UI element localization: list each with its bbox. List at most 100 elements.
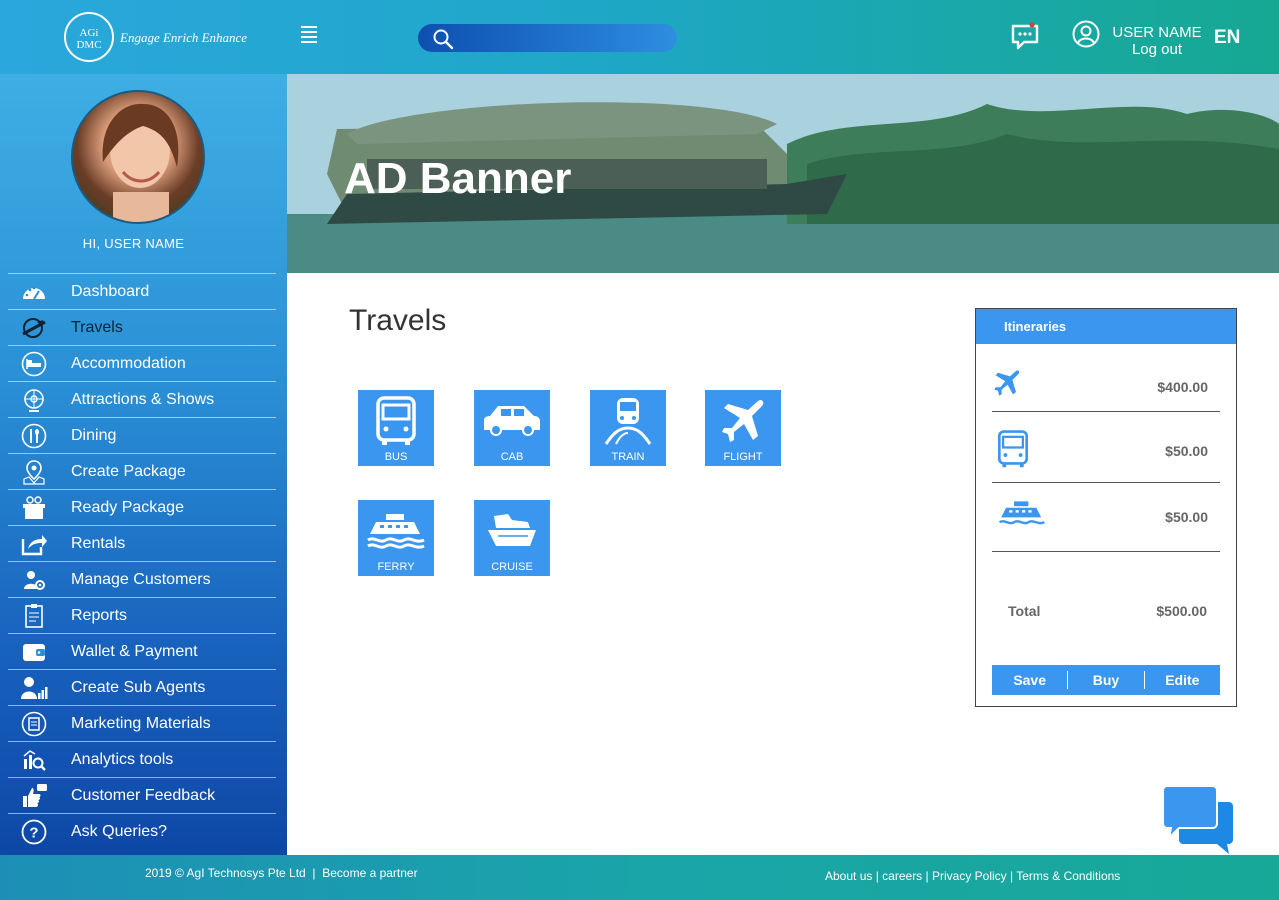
sidebar-item-wallet[interactable]: Wallet & Payment (8, 633, 276, 669)
buy-button[interactable]: Buy (1068, 671, 1145, 689)
sidebar-item-manage-customers[interactable]: Manage Customers (8, 561, 276, 597)
sidebar-nav: Dashboard Travels Accommodation Attracti… (8, 273, 276, 849)
logout-link[interactable]: Log out (1112, 41, 1202, 58)
sidebar-item-label: Ready Package (71, 498, 184, 516)
tile-label: TRAIN (611, 451, 645, 463)
language-selector[interactable]: EN (1214, 27, 1240, 49)
sidebar-item-label: Create Sub Agents (71, 678, 206, 696)
sidebar-item-feedback[interactable]: Customer Feedback (8, 777, 276, 813)
ad-banner[interactable]: AD Banner (287, 74, 1279, 273)
travel-globe-icon (20, 315, 48, 341)
footer-separator: | (309, 866, 319, 880)
sidebar-item-travels[interactable]: Travels (8, 309, 276, 345)
logo-tagline: Engage Enrich Enhance (120, 30, 248, 45)
chat-notification-icon[interactable] (1010, 22, 1040, 52)
itinerary-row-flight[interactable]: $400.00 (992, 344, 1220, 412)
sidebar-item-label: Manage Customers (71, 570, 211, 588)
sidebar-item-sub-agents[interactable]: Create Sub Agents (8, 669, 276, 705)
bus-icon (376, 396, 416, 445)
sidebar-item-label: Rentals (71, 534, 126, 552)
top-header: AGi DMC Engage Enrich Enhance USER NAME … (0, 0, 1279, 74)
train-tile[interactable]: TRAIN (590, 390, 666, 466)
ferris-wheel-icon (20, 387, 48, 413)
dining-icon (20, 423, 48, 449)
tile-label: CRUISE (491, 561, 533, 573)
sidebar-item-analytics[interactable]: Analytics tools (8, 741, 276, 777)
sidebar-item-marketing[interactable]: Marketing Materials (8, 705, 276, 741)
tile-label: FLIGHT (723, 451, 763, 463)
bed-icon (20, 351, 48, 377)
tile-label: CAB (500, 451, 524, 463)
ferry-icon (367, 514, 425, 549)
sidebar-item-ready-package[interactable]: Ready Package (8, 489, 276, 525)
avatar[interactable] (71, 90, 205, 224)
map-pin-icon (20, 459, 48, 485)
itinerary-price: $50.00 (1165, 509, 1208, 525)
banner-title: AD Banner (344, 154, 572, 203)
package-icon (20, 495, 48, 521)
itinerary-actions: Save Buy Edite (992, 665, 1220, 695)
cab-icon (484, 406, 540, 436)
sidebar-item-label: Attractions & Shows (71, 390, 215, 408)
page-title: Travels (349, 304, 447, 337)
flight-tile[interactable]: FLIGHT (705, 390, 781, 466)
bus-tile[interactable]: BUS (358, 390, 434, 466)
report-icon (20, 603, 48, 629)
search-bar[interactable] (418, 24, 677, 52)
about-us-link[interactable]: About us (825, 869, 872, 883)
ferry-tile[interactable]: FERRY (358, 500, 434, 576)
cruise-tile[interactable]: CRUISE (474, 500, 550, 576)
sub-agent-icon (20, 675, 48, 701)
user-account-icon[interactable] (1072, 20, 1100, 48)
search-input[interactable] (462, 28, 662, 48)
sidebar-item-reports[interactable]: Reports (8, 597, 276, 633)
sidebar-item-label: Wallet & Payment (71, 642, 198, 660)
sidebar-item-label: Analytics tools (71, 750, 174, 768)
bus-icon (997, 430, 1029, 468)
sidebar-item-accommodation[interactable]: Accommodation (8, 345, 276, 381)
sidebar-item-rentals[interactable]: Rentals (8, 525, 276, 561)
cab-tile[interactable]: CAB (474, 390, 550, 466)
careers-link[interactable]: careers (882, 869, 922, 883)
sidebar-item-label: Reports (71, 606, 128, 624)
sidebar: HI, USER NAME Dashboard Travels Accommod… (0, 74, 287, 855)
sidebar-item-create-package[interactable]: Create Package (8, 453, 276, 489)
total-label: Total (1008, 603, 1041, 619)
privacy-policy-link[interactable]: Privacy Policy (932, 869, 1007, 883)
svg-text:?: ? (29, 824, 38, 841)
sidebar-item-label: Dining (71, 426, 117, 444)
share-icon (20, 531, 48, 557)
sidebar-item-label: Create Package (71, 462, 186, 480)
sidebar-item-label: Accommodation (71, 354, 186, 372)
customer-gear-icon (20, 567, 48, 593)
save-button[interactable]: Save (992, 671, 1069, 689)
sidebar-item-dashboard[interactable]: Dashboard (8, 273, 276, 309)
sidebar-item-label: Marketing Materials (71, 714, 211, 732)
user-name-label: USER NAME (1112, 24, 1202, 41)
company-logo[interactable]: AGi DMC (64, 12, 114, 62)
terms-link[interactable]: Terms & Conditions (1016, 869, 1120, 883)
hamburger-menu-icon[interactable] (301, 26, 317, 43)
sidebar-item-ask-queries[interactable]: ? Ask Queries? (8, 813, 276, 849)
flight-icon (722, 400, 764, 442)
itinerary-price: $50.00 (1165, 443, 1208, 459)
edit-button[interactable]: Edite (1145, 671, 1220, 689)
wallet-icon (20, 639, 48, 665)
footer: 2019 © AgI Technosys Pte Ltd | Become a … (0, 855, 1279, 900)
feedback-icon (20, 783, 48, 809)
tile-label: BUS (384, 451, 408, 463)
tile-label: FERRY (377, 561, 415, 573)
chat-bubbles-icon[interactable] (1163, 786, 1233, 854)
ferry-icon (998, 501, 1045, 525)
itinerary-row-bus[interactable]: $50.00 (992, 412, 1220, 483)
user-menu: USER NAME Log out (1112, 24, 1202, 58)
sidebar-item-label: Dashboard (71, 282, 150, 300)
sidebar-item-attractions[interactable]: Attractions & Shows (8, 381, 276, 417)
copyright-text: 2019 © AgI Technosys Pte Ltd (145, 866, 306, 880)
sidebar-item-dining[interactable]: Dining (8, 417, 276, 453)
become-partner-link[interactable]: Become a partner (322, 866, 417, 880)
cruise-icon (488, 514, 536, 546)
analytics-icon (20, 747, 48, 773)
itinerary-row-ferry[interactable]: $50.00 (992, 483, 1220, 552)
footer-left: 2019 © AgI Technosys Pte Ltd | Become a … (145, 866, 418, 880)
